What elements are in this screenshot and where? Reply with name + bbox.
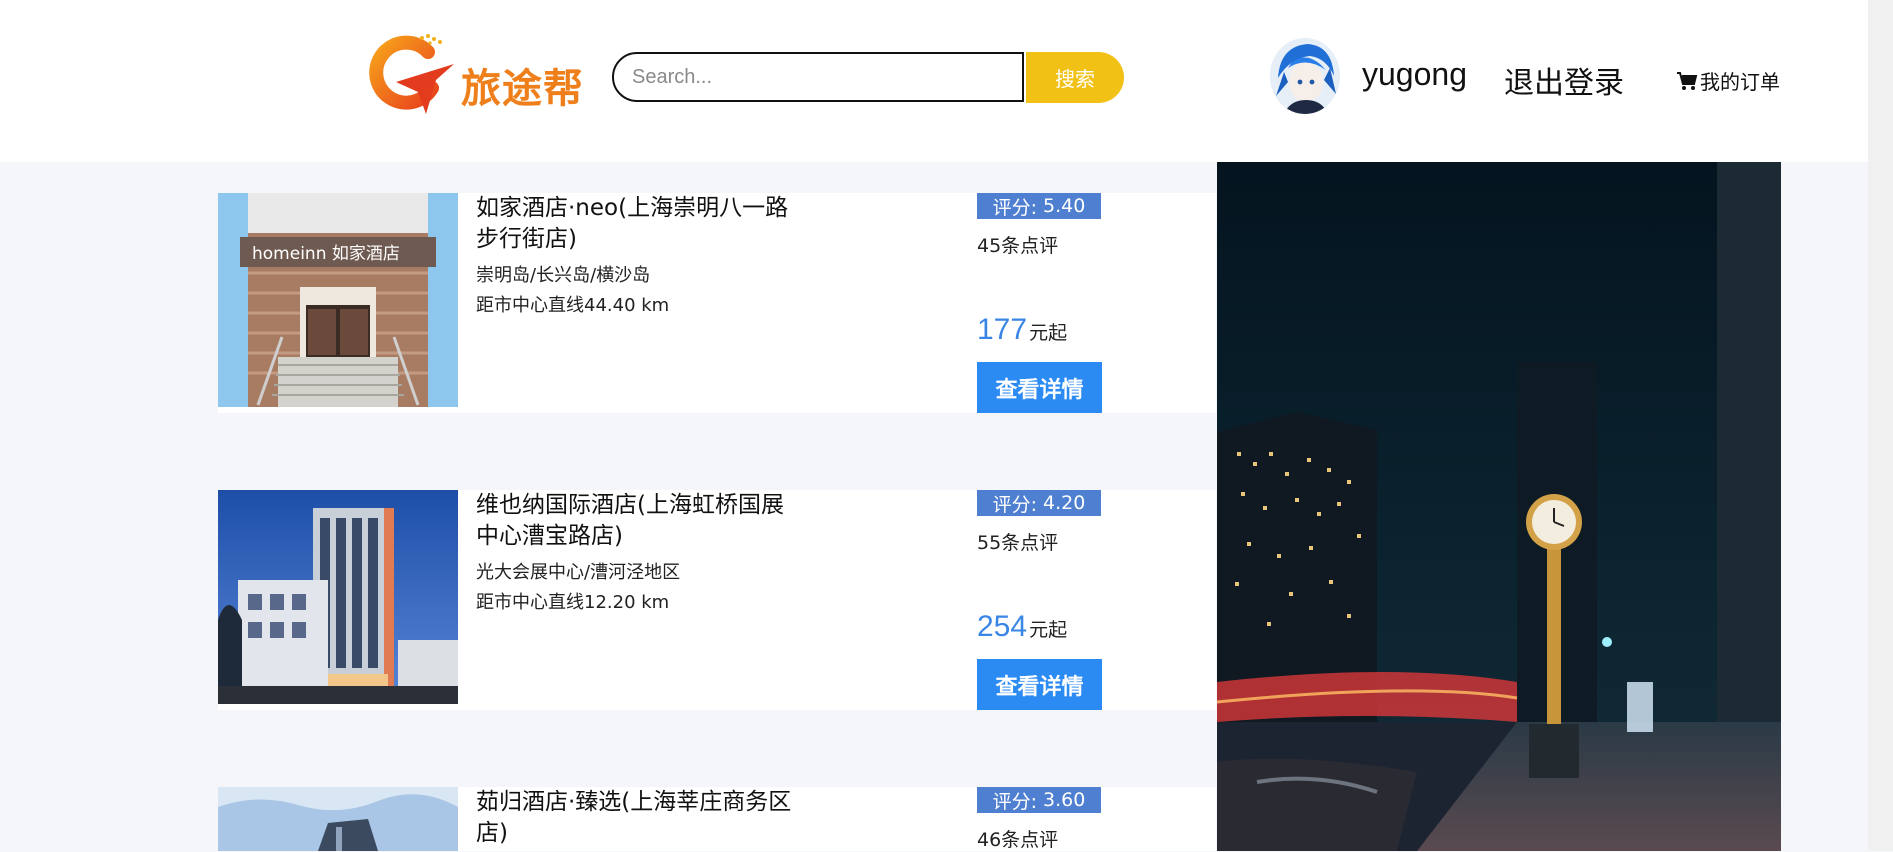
review-count[interactable]: 46条点评 <box>977 825 1058 852</box>
hotel-photo[interactable]: homeinn 如家酒店 <box>218 193 458 407</box>
svg-text:homeinn 如家酒店: homeinn 如家酒店 <box>252 244 400 264</box>
hotel-photo-image: homeinn 如家酒店 <box>218 193 458 407</box>
review-count[interactable]: 55条点评 <box>977 528 1058 555</box>
price-suffix: 元起 <box>1029 322 1068 344</box>
price-value: 177 <box>977 313 1028 346</box>
plane-q-logo-icon <box>369 34 454 114</box>
hotel-card: homeinn 如家酒店 如家酒店·neo(上海崇明八一路步行街店) 崇明岛/长… <box>218 193 1216 413</box>
hotel-distance: 距市中心直线12.20 km <box>476 592 670 613</box>
view-details-button[interactable]: 查看详情 <box>977 362 1102 413</box>
logo-text: 旅途帮 <box>461 66 584 112</box>
cart-icon <box>1677 71 1698 90</box>
price-suffix: 元起 <box>1029 619 1068 641</box>
hotel-name[interactable]: 如家酒店·neo(上海崇明八一路步行街店) <box>476 193 796 255</box>
user-avatar[interactable] <box>1270 38 1340 114</box>
rating-value: 4.20 <box>1043 492 1086 514</box>
logout-link[interactable]: 退出登录 <box>1504 58 1624 102</box>
city-night-image <box>1217 162 1781 851</box>
price: 254 元起 <box>977 610 1067 644</box>
hotel-photo-image <box>218 787 458 851</box>
hotel-photo-image <box>218 490 458 704</box>
rating-label: 评分: <box>992 790 1038 813</box>
top-header: 旅途帮 搜索 yugong 退出登录 我的订单 <box>0 0 1868 162</box>
price-value: 254 <box>977 610 1028 643</box>
page-scrollbar[interactable] <box>1868 0 1893 851</box>
rating-value: 3.60 <box>1043 789 1086 811</box>
hotel-area: 光大会展中心/漕河泾地区 <box>476 562 681 583</box>
search-input[interactable] <box>612 52 1024 102</box>
hotel-photo[interactable] <box>218 787 458 851</box>
hotel-card: 维也纳国际酒店(上海虹桥国展中心漕宝路店) 光大会展中心/漕河泾地区 距市中心直… <box>218 490 1216 710</box>
hotel-area: 崇明岛/长兴岛/横沙岛 <box>476 265 651 286</box>
avatar-image <box>1270 38 1340 114</box>
rating-value: 5.40 <box>1043 195 1086 217</box>
rating-badge: 评分: 5.40 <box>977 193 1101 219</box>
search-button[interactable]: 搜索 <box>1026 52 1124 103</box>
price: 177 元起 <box>977 313 1067 347</box>
rating-label: 评分: <box>992 493 1038 516</box>
rating-label: 评分: <box>992 196 1038 219</box>
review-count[interactable]: 45条点评 <box>977 231 1058 258</box>
city-night-photo <box>1217 162 1781 851</box>
username: yugong <box>1362 56 1467 92</box>
hotel-name[interactable]: 茹归酒店·臻选(上海莘庄商务区店) <box>476 787 796 849</box>
hotel-name[interactable]: 维也纳国际酒店(上海虹桥国展中心漕宝路店) <box>476 490 796 552</box>
view-details-button[interactable]: 查看详情 <box>977 659 1102 710</box>
rating-badge: 评分: 4.20 <box>977 490 1101 516</box>
rating-badge: 评分: 3.60 <box>977 787 1101 813</box>
hotel-distance: 距市中心直线44.40 km <box>476 295 670 316</box>
my-orders-label: 我的订单 <box>1700 70 1780 94</box>
my-orders-link[interactable]: 我的订单 <box>1676 66 1780 95</box>
hotel-photo[interactable] <box>218 490 458 704</box>
hotel-card: 茹归酒店·臻选(上海莘庄商务区店) 评分: 3.60 46条点评 <box>218 787 1216 851</box>
